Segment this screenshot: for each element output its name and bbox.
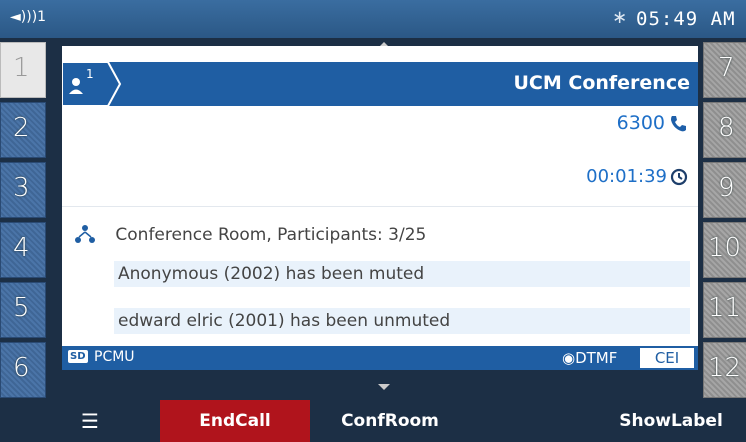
line-key-11[interactable]: 11	[703, 282, 746, 338]
volume-level: 1	[37, 9, 47, 25]
line-key-8[interactable]: 8	[703, 102, 746, 158]
line-key-4[interactable]: 4	[0, 222, 46, 278]
line-key-6[interactable]: 6	[0, 342, 46, 398]
line-key-12[interactable]: 12	[703, 342, 746, 398]
conference-label: Conference Room, Participants: 3/25	[115, 225, 427, 245]
line-key-5[interactable]: 5	[0, 282, 46, 338]
bluetooth-icon: ∗	[612, 7, 628, 28]
call-duration: 00:01:39	[586, 166, 688, 187]
participant-count: 1	[86, 67, 94, 81]
info-bar: SD PCMU ◉DTMF CEI	[62, 346, 698, 370]
show-label-button[interactable]: ShowLabel	[596, 400, 746, 442]
codec-label: PCMU	[94, 349, 135, 365]
divider	[62, 206, 698, 207]
conference-message: edward elric (2001) has been unmuted	[114, 308, 690, 334]
conference-room-row: Conference Room, Participants: 3/25	[74, 224, 426, 246]
cei-button[interactable]: CEI	[640, 348, 694, 368]
scroll-down-indicator	[378, 384, 390, 390]
clock-icon	[670, 168, 688, 186]
dtmf-indicator: ◉DTMF	[562, 349, 618, 367]
conference-icon	[75, 225, 95, 243]
line-key-10[interactable]: 10	[703, 222, 746, 278]
conf-room-button[interactable]: ConfRoom	[315, 400, 465, 442]
sd-badge: SD	[68, 350, 88, 363]
clock-time: 05:49 AM	[636, 8, 736, 30]
line-key-2[interactable]: 2	[0, 102, 46, 158]
line-key-9[interactable]: 9	[703, 162, 746, 218]
menu-icon[interactable]: ☰	[60, 400, 120, 442]
speaker-icon: ◄)))1	[10, 9, 47, 25]
dtmf-icon: ◉	[562, 349, 576, 367]
line-key-7[interactable]: 7	[703, 42, 746, 98]
line-key-1[interactable]: 1	[0, 42, 46, 98]
call-title: UCM Conference	[513, 72, 690, 94]
end-call-button[interactable]: EndCall	[160, 400, 310, 442]
line-key-3[interactable]: 3	[0, 162, 46, 218]
line-keys-right: 7 8 9 10 11 12	[703, 42, 746, 402]
phone-icon	[671, 115, 686, 131]
call-number: 6300	[617, 112, 688, 134]
conference-message: Anonymous (2002) has been muted	[114, 261, 690, 287]
status-bar: ◄)))1 ∗ 05:49 AM	[0, 0, 746, 38]
call-panel: 1 UCM Conference 6300 00:01:39 Conferenc…	[62, 46, 698, 370]
softkey-bar: ☰ EndCall ConfRoom ShowLabel	[0, 400, 746, 442]
call-title-bar: 1 UCM Conference	[62, 62, 698, 106]
line-keys-left: 1 2 3 4 5 6	[0, 42, 46, 402]
